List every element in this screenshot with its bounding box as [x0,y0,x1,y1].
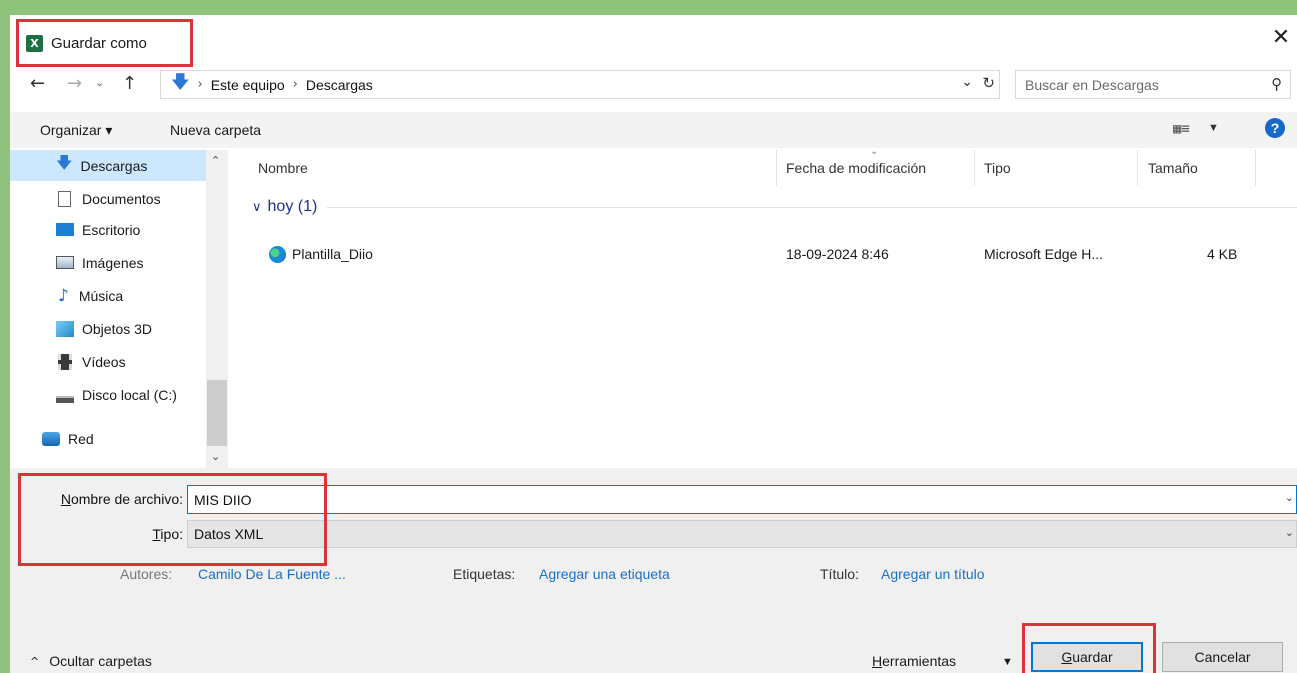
file-row[interactable]: Plantilla_Diio 18-09-2024 8:46 Microsoft… [242,242,1297,268]
file-list: ⌄ Nombre Fecha de modificación Tipo Tama… [242,146,1297,468]
sidebar-item-label: Escritorio [82,221,141,238]
sidebar-item-videos[interactable]: Vídeos [10,346,206,377]
column-header-nombre[interactable]: Nombre [258,160,308,184]
back-arrow-icon[interactable]: ← [30,73,45,94]
music-note-icon: ♪ [58,285,69,306]
navigation-pane: 🡇 Descargas Documentos Escritorio Imágen… [10,150,228,468]
sidebar-item-label: Vídeos [82,353,126,370]
sidebar-item-descargas[interactable]: 🡇 Descargas [10,150,206,181]
authors-value[interactable]: Camilo De La Fuente ... [198,566,346,582]
sidebar-item-documentos[interactable]: Documentos [10,183,206,214]
group-label: hoy (1) [267,198,318,215]
navigation-bar: ← → ⌄ ↑ 🡇 › Este equipo › Descargas ⌄ ↻ … [10,65,1297,105]
pictures-icon [56,256,74,269]
column-divider [1255,150,1256,186]
save-as-dialog: X Guardar como ✕ ← → ⌄ ↑ 🡇 › Este equipo… [10,15,1297,673]
chevron-down-icon[interactable]: ⌄ [1285,526,1294,539]
breadcrumb-descargas[interactable]: Descargas [306,77,373,93]
cancel-button[interactable]: Cancelar [1162,642,1283,672]
help-icon[interactable]: ? [1265,118,1285,138]
recent-chevron-down-icon[interactable]: ⌄ [95,76,104,89]
save-options-panel: Nombre de archivo: ⌄ Tipo: Datos XML ⌄ A… [10,468,1297,673]
sidebar-item-label: Descargas [80,157,148,174]
title-highlight-box [16,19,193,67]
scroll-down-icon[interactable]: ⌄ [211,450,220,463]
chevron-right-icon: › [197,77,203,92]
column-header-fecha[interactable]: Fecha de modificación [786,160,926,184]
search-input[interactable] [1025,76,1245,93]
scroll-up-icon[interactable]: ⌃ [211,154,220,167]
hide-folders-button[interactable]: ^ Ocultar carpetas [30,653,152,669]
filename-highlight-box [18,473,327,566]
file-size: 4 KB [1207,246,1238,262]
sidebar-scrollbar[interactable]: ⌃ ⌄ [206,150,228,468]
forward-arrow-icon[interactable]: → [67,73,82,94]
up-arrow-icon[interactable]: ↑ [122,73,137,94]
tools-button[interactable]: Herramientas [872,653,956,669]
chevron-up-icon: ^ [30,654,40,668]
breadcrumb-este-equipo[interactable]: Este equipo [211,77,285,93]
address-bar[interactable]: 🡇 › Este equipo › Descargas ⌄ ↻ [160,70,1000,99]
document-icon [58,190,71,207]
sort-chevron-icon: ⌄ [870,146,879,157]
refresh-icon[interactable]: ↻ [982,74,995,92]
chevron-down-icon[interactable]: ⌄ [1285,491,1294,504]
sidebar-item-objetos-3d[interactable]: Objetos 3D [10,313,206,344]
column-divider [776,150,777,186]
sidebar-item-escritorio[interactable]: Escritorio [10,214,206,245]
sidebar-item-label: Documentos [82,190,161,207]
desktop-icon [56,223,74,236]
command-toolbar: Organizar ▾ Nueva carpeta ▦≡ ▼ ? [10,112,1297,148]
close-icon[interactable]: ✕ [1269,23,1293,53]
search-icon[interactable]: ⚲ [1271,75,1282,93]
chevron-right-icon: › [292,77,298,92]
filename-field[interactable]: ⌄ [187,485,1297,514]
group-header[interactable]: ∨ hoy (1) [252,198,1297,216]
view-options-icon[interactable]: ▦≡ [1173,121,1190,137]
sidebar-item-red[interactable]: Red [10,423,206,454]
view-dropdown-icon[interactable]: ▼ [1208,122,1219,134]
edge-browser-icon [269,246,286,263]
column-divider [974,150,975,186]
sidebar-item-label: Imágenes [82,254,144,271]
tags-label: Etiquetas: [453,566,516,582]
tools-dropdown-icon[interactable]: ▼ [1002,656,1013,668]
network-icon [42,431,60,446]
filename-input[interactable] [194,491,1254,508]
new-folder-button[interactable]: Nueva carpeta [170,122,261,138]
search-box[interactable]: ⚲ [1015,70,1291,99]
tags-value[interactable]: Agregar una etiqueta [539,566,670,582]
chevron-down-icon: ∨ [252,199,262,215]
scrollbar-thumb[interactable] [207,380,227,446]
column-header-tipo[interactable]: Tipo [984,160,1011,184]
file-name: Plantilla_Diio [292,246,373,262]
title-bar: X Guardar como ✕ [10,15,1297,67]
group-divider [327,206,1297,208]
file-type: Microsoft Edge H... [984,246,1104,262]
sidebar-item-musica[interactable]: ♪ Música [10,280,206,311]
drive-icon [56,392,74,403]
sidebar-item-label: Música [78,287,124,304]
authors-label: Autores: [120,566,173,582]
sidebar-item-label: Disco local (C:) [82,386,177,403]
sidebar-item-imagenes[interactable]: Imágenes [10,247,206,278]
address-dropdown-icon[interactable]: ⌄ [961,74,973,90]
sidebar-item-label: Objetos 3D [82,320,153,337]
filetype-select[interactable]: Datos XML ⌄ [187,520,1297,548]
title-value[interactable]: Agregar un título [881,566,985,582]
cube-3d-icon [56,320,74,337]
organize-button[interactable]: Organizar ▾ [40,122,112,139]
download-arrow-icon: 🡇 [171,71,190,93]
title-label: Título: [820,566,859,582]
sidebar-item-label: Red [68,430,94,447]
file-date: 18-09-2024 8:46 [786,246,889,262]
hide-folders-label: Ocultar carpetas [49,653,152,669]
film-icon [58,353,72,370]
column-divider [1137,150,1138,186]
download-arrow-icon: 🡇 [56,153,73,172]
sidebar-item-disco-local[interactable]: Disco local (C:) [10,379,206,410]
save-highlight-box [1022,623,1156,673]
column-header-tamano[interactable]: Tamaño [1148,160,1198,184]
